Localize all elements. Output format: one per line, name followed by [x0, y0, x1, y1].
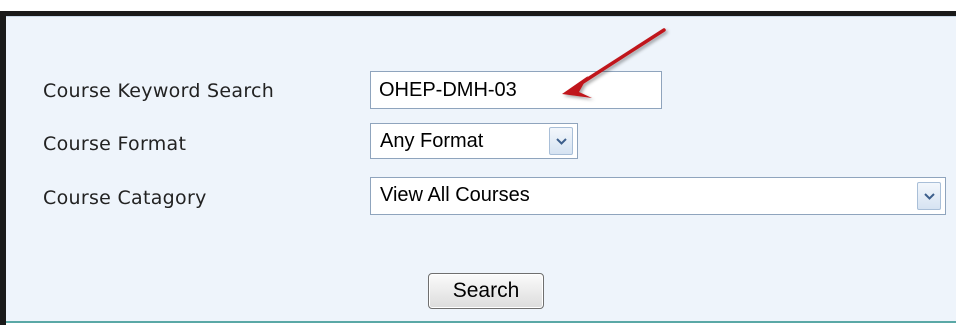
course-category-label: Course Catagory: [43, 187, 207, 209]
chevron-down-icon: [556, 138, 567, 145]
course-format-dropdown-button[interactable]: [549, 127, 573, 155]
red-arrow-icon: [562, 28, 666, 98]
course-format-selected-value: Any Format: [380, 130, 484, 152]
course-format-label: Course Format: [43, 133, 187, 155]
search-button[interactable]: Search: [428, 273, 544, 309]
course-category-selected-value: View All Courses: [380, 184, 530, 206]
course-format-select[interactable]: Any Format: [370, 123, 578, 159]
course-category-dropdown-button[interactable]: [917, 182, 941, 210]
chevron-down-icon: [924, 193, 935, 200]
course-category-select[interactable]: View All Courses: [370, 177, 946, 215]
panel-bottom-rule: [6, 321, 956, 323]
keyword-search-label: Course Keyword Search: [43, 80, 275, 102]
search-form-frame: Course Keyword Search Course Format Any …: [0, 0, 956, 325]
